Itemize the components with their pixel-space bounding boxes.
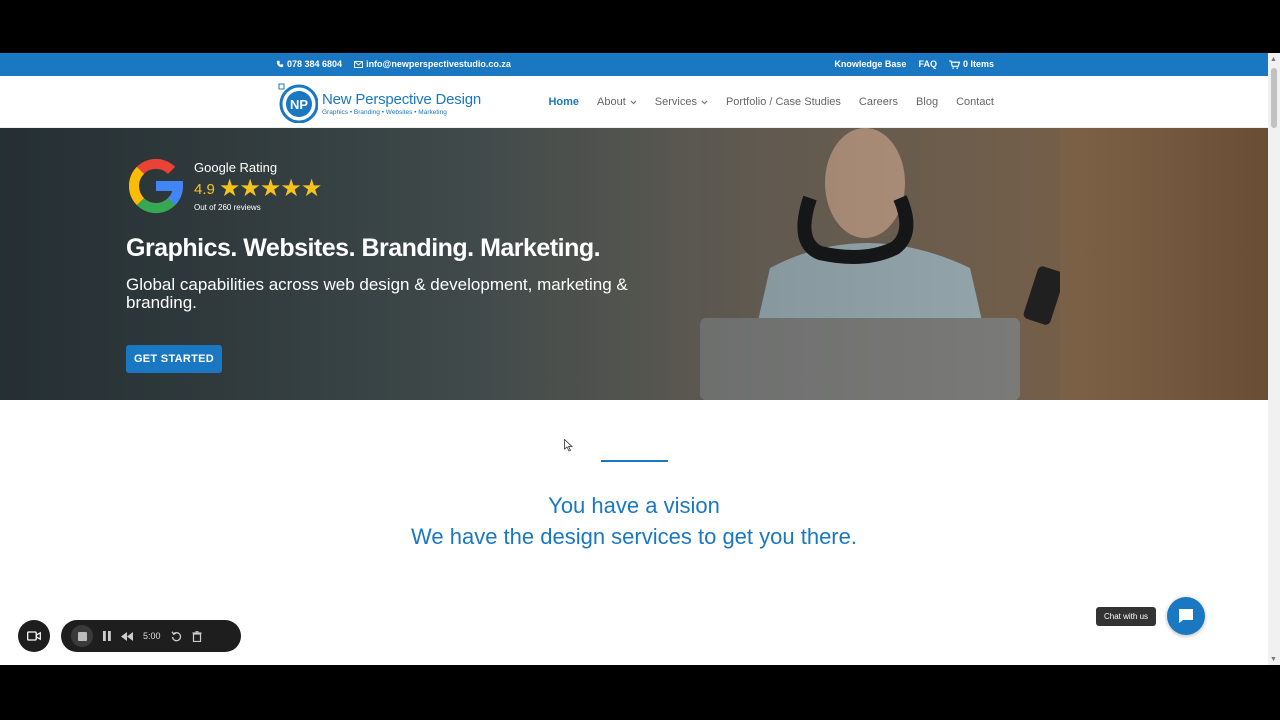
recorder-toolbar: 5:00 <box>61 620 241 652</box>
recorder-time: 5:00 <box>143 631 161 641</box>
recorder-stop-button[interactable] <box>71 625 93 647</box>
stop-icon <box>77 631 87 641</box>
nav-label: Contact <box>956 96 994 108</box>
hero-title: Graphics. Websites. Branding. Marketing. <box>126 234 601 262</box>
top-bar: 078 384 6804 info@newperspectivestudio.c… <box>0 53 1268 76</box>
chat-icon <box>1179 609 1193 623</box>
logo-mark: NP <box>278 83 318 123</box>
rating-stars: ★★★★★ <box>218 175 323 202</box>
nav-label: Careers <box>858 96 899 108</box>
section-heading-line2: We have the design services to get you t… <box>411 524 857 549</box>
hero-subtitle: Global capabilities across web design & … <box>126 275 628 312</box>
nav-label: Blog <box>916 96 939 108</box>
rating-reviews: Out of 260 reviews <box>194 203 261 212</box>
nav-label: Portfolio / Case Studies <box>725 96 841 108</box>
cart-link[interactable]: 0 Items <box>949 59 994 69</box>
cart-icon <box>949 59 960 69</box>
browser-viewport: 078 384 6804 info@newperspectivestudio.c… <box>0 53 1280 665</box>
site-header: NP New Perspective Design Graphics • Bra… <box>0 76 1268 128</box>
faq-link[interactable]: FAQ <box>918 59 937 69</box>
nav-label: Home <box>548 96 580 108</box>
rewind-icon[interactable] <box>121 631 133 641</box>
nav-item-contact[interactable]: Contact <box>956 96 994 108</box>
cart-count: 0 Items <box>962 59 994 69</box>
nav-item-services[interactable]: Services <box>655 96 708 108</box>
logo-tagline: Graphics • Branding • Websites • Marketi… <box>322 108 447 116</box>
nav-item-blog[interactable]: Blog <box>916 96 938 108</box>
nav-item-about[interactable]: About <box>597 96 637 108</box>
site-logo[interactable]: NP New Perspective Design Graphics • Bra… <box>278 83 481 123</box>
get-started-button[interactable]: GET STARTED <box>126 345 222 373</box>
email-icon <box>354 60 363 68</box>
camera-icon <box>27 631 41 641</box>
nav-item-home[interactable]: Home <box>548 96 579 108</box>
email-address: info@newperspectivestudio.co.za <box>366 59 511 69</box>
logo-initials: NP <box>290 97 308 112</box>
rating-score: 4.9 <box>194 180 215 198</box>
scroll-up-icon[interactable]: ▲ <box>1270 56 1277 63</box>
logo-name: New Perspective Design <box>322 90 482 108</box>
chat-button[interactable] <box>1167 597 1205 635</box>
page-scrollbar[interactable]: ▲ ▼ <box>1268 53 1280 665</box>
knowledge-base-link[interactable]: Knowledge Base <box>834 59 906 69</box>
trash-icon[interactable] <box>192 630 202 642</box>
chevron-down-icon <box>630 100 637 104</box>
google-rating: Google Rating 4.9 ★★★★★ Out of 260 revie… <box>126 156 323 216</box>
rating-label: Google Rating <box>194 160 278 175</box>
phone-icon <box>276 60 284 68</box>
recorder-camera-button[interactable] <box>18 620 50 652</box>
google-icon <box>128 158 184 214</box>
chat-label[interactable]: Chat with us <box>1096 607 1157 626</box>
scroll-down-icon[interactable]: ▼ <box>1270 656 1277 663</box>
section-heading-line1: You have a vision <box>548 493 720 518</box>
scroll-thumb[interactable] <box>1271 68 1277 128</box>
nav-label: About <box>597 96 626 108</box>
nav-item-careers[interactable]: Careers <box>859 96 898 108</box>
restart-icon[interactable] <box>170 630 182 642</box>
mouse-cursor-icon <box>564 439 573 452</box>
email-link[interactable]: info@newperspectivestudio.co.za <box>354 59 511 69</box>
nav-item-portfolio[interactable]: Portfolio / Case Studies <box>726 96 841 108</box>
hero-banner: Google Rating 4.9 ★★★★★ Out of 260 revie… <box>0 128 1268 400</box>
pause-icon[interactable] <box>103 631 111 641</box>
chevron-down-icon <box>701 100 708 104</box>
phone-number: 078 384 6804 <box>287 59 343 69</box>
main-nav: Home About Services Portfolio / Case Stu… <box>548 96 994 108</box>
section-divider <box>601 460 668 462</box>
phone-link[interactable]: 078 384 6804 <box>276 59 342 69</box>
nav-label: Services <box>654 96 697 108</box>
